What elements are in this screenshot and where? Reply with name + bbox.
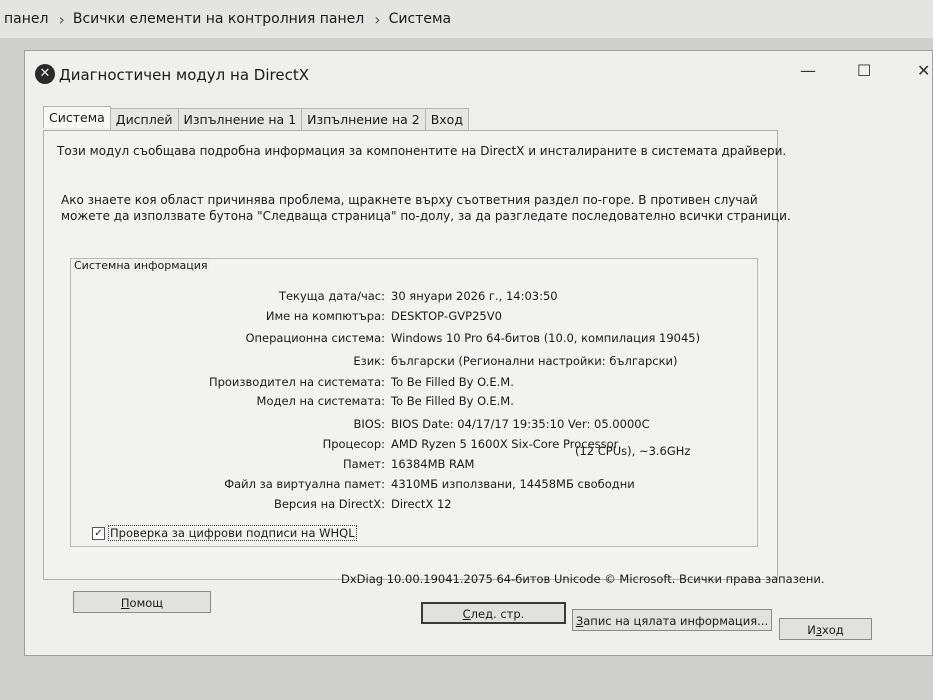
minimize-button[interactable]: — xyxy=(800,61,816,80)
info-value: Windows 10 Pro 64-битов (10.0, компилаци… xyxy=(391,331,701,345)
info-value: български (Регионални настройки: българс… xyxy=(391,354,678,368)
info-value: DirectX 12 xyxy=(391,497,452,511)
info-value: BIOS Date: 04/17/17 19:35:10 Ver: 05.000… xyxy=(391,417,650,431)
tab-render-1[interactable]: Изпълнение на 1 xyxy=(177,108,303,130)
system-info-group-title: Системна информация xyxy=(73,259,209,272)
breadcrumb-item-panel[interactable]: панел xyxy=(4,11,48,27)
button-text: апис на цялата информация... xyxy=(583,614,769,628)
access-key: П xyxy=(120,596,130,610)
info-row-model: Модел на системата: To Be Filled By O.E.… xyxy=(85,394,785,414)
tab-input[interactable]: Вход xyxy=(424,108,469,130)
info-row-bios: BIOS: BIOS Date: 04/17/17 19:35:10 Ver: … xyxy=(85,417,785,437)
info-label: Процесор: xyxy=(322,437,385,451)
access-key: С xyxy=(462,607,471,621)
tab-bar: Система Дисплей Изпълнение на 1 Изпълнен… xyxy=(43,106,469,130)
info-row-memory: Памет: 16384MB RAM xyxy=(85,457,785,477)
info-label: Текуща дата/час: xyxy=(278,289,385,303)
info-value: 30 януари 2026 г., 14:03:50 xyxy=(391,289,558,303)
info-label: Версия на DirectX: xyxy=(273,497,385,511)
info-label: Файл за виртуална памет: xyxy=(224,477,385,491)
checkbox-checked-icon[interactable]: ✓ xyxy=(92,526,105,540)
title-bar: ✕ Диагностичен модул на DirectX — ☐ ✕ xyxy=(25,51,932,97)
info-value: To Be Filled By O.E.M. xyxy=(391,375,514,389)
info-label: BIOS: xyxy=(353,417,385,431)
info-label: Име на компютъра: xyxy=(265,309,385,323)
copyright-text: DxDiag 10.00.19041.2075 64-битов Unicode… xyxy=(341,572,825,586)
whql-checkbox[interactable]: ✓ Проверка за цифрови подписи на WHQL xyxy=(92,525,357,541)
intro-text: Този модул съобщава подробна информация … xyxy=(57,144,787,158)
breadcrumb-item-all-control-panel-items[interactable]: Всички елементи на контролния панел xyxy=(73,11,364,27)
chevron-right-icon: › xyxy=(58,9,65,29)
instruction-text: Ако знаете коя област причинява проблема… xyxy=(61,193,791,223)
tab-display[interactable]: Дисплей xyxy=(109,108,179,130)
info-label: Операционна система: xyxy=(245,331,385,345)
breadcrumb-item-system[interactable]: Система xyxy=(389,11,451,27)
save-all-information-button[interactable]: Запис на цялата информация... xyxy=(572,609,772,631)
tab-render-2[interactable]: Изпълнение на 2 xyxy=(301,108,426,130)
info-row-computer-name: Име на компютъра: DESKTOP-GVP25V0 xyxy=(85,309,785,329)
info-value: DESKTOP-GVP25V0 xyxy=(391,309,502,323)
button-text: омощ xyxy=(129,596,164,610)
window-title: Диагностичен модул на DirectX xyxy=(59,66,309,84)
button-text: И xyxy=(807,623,816,637)
chevron-right-icon: › xyxy=(374,9,381,29)
whql-checkbox-label[interactable]: Проверка за цифрови подписи на WHQL xyxy=(108,525,357,541)
info-row-directx-version: Версия на DirectX: DirectX 12 xyxy=(85,497,785,517)
info-row-pagefile: Файл за виртуална памет: 4310МБ използва… xyxy=(85,477,785,497)
button-text: лед. стр. xyxy=(470,607,525,621)
info-label: Език: xyxy=(353,354,385,368)
close-button[interactable]: ✕ xyxy=(917,61,930,80)
cpu-details: (12 CPUs), ~3.6GHz xyxy=(575,444,691,458)
tab-system[interactable]: Система xyxy=(43,106,111,128)
breadcrumb: панел › Всички елементи на контролния па… xyxy=(0,0,933,38)
info-value: 16384MB RAM xyxy=(391,457,475,471)
info-value: To Be Filled By O.E.M. xyxy=(391,394,514,408)
directx-diagnostic-dialog: ✕ Диагностичен модул на DirectX — ☐ ✕ Си… xyxy=(24,50,933,656)
button-text: ход xyxy=(821,623,844,637)
info-label: Памет: xyxy=(342,457,385,471)
info-row-datetime: Текуща дата/час: 30 януари 2026 г., 14:0… xyxy=(85,289,785,309)
info-value: 4310МБ използвани, 14458МБ свободни xyxy=(391,477,635,491)
info-label: Модел на системата: xyxy=(256,394,385,408)
info-label: Производител на системата: xyxy=(208,375,385,389)
exit-button[interactable]: Изход xyxy=(779,618,872,640)
help-button[interactable]: Помощ xyxy=(73,591,211,613)
info-row-language: Език: български (Регионални настройки: б… xyxy=(85,354,785,374)
info-row-os: Операционна система: Windows 10 Pro 64-б… xyxy=(85,331,785,351)
next-page-button[interactable]: След. стр. xyxy=(421,602,566,624)
maximize-button[interactable]: ☐ xyxy=(857,61,871,80)
info-row-manufacturer: Производител на системата: To Be Filled … xyxy=(85,375,785,395)
directx-icon: ✕ xyxy=(35,64,55,84)
